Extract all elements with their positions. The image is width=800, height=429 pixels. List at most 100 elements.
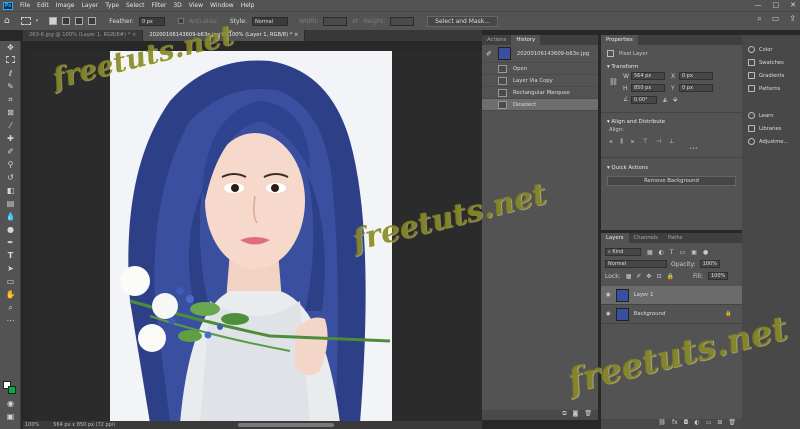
subtract-selection-icon[interactable] [75, 17, 84, 25]
panel-adjustments[interactable]: Adjustme... [742, 135, 800, 148]
path-selection-tool-icon[interactable]: ➤ [5, 264, 16, 273]
quick-actions-section[interactable]: ▾ Quick Actions [601, 163, 742, 173]
align-section[interactable]: ▾ Align and Distribute [601, 117, 742, 127]
history-state-layer-via-copy[interactable]: Layer Via Copy [482, 75, 598, 87]
menu-layer[interactable]: Layer [81, 2, 98, 9]
hand-tool-icon[interactable]: ✋ [5, 290, 16, 299]
workspace-icon[interactable]: ▭ [772, 14, 780, 24]
menu-help[interactable]: Help [241, 2, 255, 9]
layer-name[interactable]: Layer 1 [634, 292, 654, 298]
antialias-checkbox[interactable] [177, 18, 184, 24]
adjustment-layer-icon[interactable]: ◐ [694, 419, 699, 429]
panel-gradients[interactable]: Gradients [742, 69, 800, 82]
quick-mask-icon[interactable]: ◉ [5, 399, 16, 408]
align-left-icon[interactable]: ⫷ [609, 138, 612, 146]
marquee-preset-icon[interactable] [20, 17, 31, 25]
quick-select-tool-icon[interactable]: ✎ [5, 82, 16, 91]
chevron-down-icon[interactable]: ▾ [36, 18, 39, 24]
menu-edit[interactable]: Edit [37, 2, 49, 9]
tab-actions[interactable]: Actions [482, 35, 511, 45]
transform-section[interactable]: ▾ Transform [601, 62, 742, 72]
menu-file[interactable]: File [20, 2, 30, 9]
tab-history[interactable]: History [511, 35, 541, 45]
menu-window[interactable]: Window [210, 2, 234, 9]
menu-3d[interactable]: 3D [173, 2, 181, 9]
more-tools-icon[interactable]: ⋯ [5, 316, 16, 325]
kind-filter-select[interactable]: ⌕ Kind [605, 248, 641, 256]
lock-artboard-icon[interactable]: ⊡ [656, 273, 661, 280]
new-selection-icon[interactable] [49, 17, 58, 25]
filter-shape-icon[interactable]: ▭ [680, 249, 686, 256]
rectangle-tool-icon[interactable]: ▭ [5, 277, 16, 286]
flip-vertical-icon[interactable]: ⬙ [673, 96, 678, 103]
angle-field[interactable]: 0.00° [631, 96, 657, 104]
blend-mode-select[interactable]: Normal [605, 260, 667, 268]
intersect-selection-icon[interactable] [88, 17, 97, 25]
tab-channels[interactable]: Channels [629, 233, 664, 243]
panel-libraries[interactable]: Libraries [742, 122, 800, 135]
panel-color[interactable]: Color [742, 43, 800, 56]
lock-position-icon[interactable]: ✥ [646, 273, 651, 280]
marquee-tool-icon[interactable] [6, 56, 15, 63]
panel-swatches[interactable]: Swatches [742, 56, 800, 69]
share-icon[interactable]: ⇪ [789, 14, 796, 24]
history-brush-tool-icon[interactable]: ↺ [5, 173, 16, 182]
lock-pixels-icon[interactable]: ✐ [636, 273, 641, 280]
remove-background-button[interactable]: Remove Background [607, 176, 736, 186]
crop-tool-icon[interactable]: ⌗ [5, 95, 16, 104]
brush-source-icon[interactable]: ✐ [486, 50, 492, 58]
history-state-deselect[interactable]: Deselect [482, 99, 598, 111]
width-field[interactable]: 564 px [631, 72, 665, 80]
pen-tool-icon[interactable]: ✒ [5, 238, 16, 247]
align-bottom-icon[interactable]: ⊥ [669, 138, 674, 146]
align-right-icon[interactable]: ⫸ [631, 138, 634, 146]
tab-document-1[interactable]: 263-6.jpg @ 100% (Layer 1, RGB/8#) * × [23, 30, 144, 41]
history-snapshot[interactable]: ✐ 20200106143609-b63e.jpg [482, 45, 598, 63]
frame-tool-icon[interactable]: ⊠ [5, 108, 16, 117]
new-group-icon[interactable]: ▭ [706, 419, 712, 429]
x-field[interactable]: 0 px [679, 72, 713, 80]
search-icon[interactable]: ⌕ [757, 14, 761, 24]
layer-name[interactable]: Background [634, 311, 721, 317]
visibility-eye-icon[interactable]: ◉ [606, 292, 611, 298]
style-select[interactable]: Normal [251, 16, 288, 26]
select-and-mask-button[interactable]: Select and Mask... [427, 15, 498, 27]
blur-tool-icon[interactable]: 💧 [5, 212, 16, 221]
zoom-tool-icon[interactable]: ⌕ [5, 303, 16, 312]
menu-select[interactable]: Select [126, 2, 145, 9]
trash-icon[interactable]: 🗑 [584, 410, 592, 420]
minimize-button[interactable]: — [755, 1, 762, 9]
close-button[interactable]: ✕ [790, 1, 796, 9]
add-mask-icon[interactable]: ◘ [684, 419, 689, 429]
screen-mode-icon[interactable]: ▣ [5, 412, 16, 421]
document-image[interactable] [110, 51, 392, 423]
close-icon[interactable]: × [132, 32, 136, 38]
lock-transparent-icon[interactable]: ▦ [626, 273, 632, 280]
flip-horizontal-icon[interactable]: ◭ [663, 96, 668, 103]
background-color-swatch[interactable] [8, 386, 16, 394]
trash-icon[interactable]: 🗑 [728, 419, 736, 429]
filter-smart-icon[interactable]: ▣ [691, 249, 697, 256]
brush-tool-icon[interactable]: ✐ [5, 147, 16, 156]
feather-input[interactable]: 0 px [138, 16, 165, 26]
filter-toggle-icon[interactable]: ● [703, 249, 708, 256]
lasso-tool-icon[interactable]: ℓ [5, 69, 16, 78]
eraser-tool-icon[interactable]: ◧ [5, 186, 16, 195]
y-field[interactable]: 0 px [679, 84, 713, 92]
panel-learn[interactable]: Learn [742, 109, 800, 122]
align-hcenter-icon[interactable]: ⫼ [620, 138, 623, 146]
add-selection-icon[interactable] [62, 17, 71, 25]
filter-adjustment-icon[interactable]: ◐ [659, 249, 664, 256]
filter-pixel-icon[interactable]: ▦ [647, 249, 653, 256]
fill-field[interactable]: 100% [708, 272, 728, 280]
fx-icon[interactable]: fx [672, 419, 678, 429]
home-icon[interactable]: ⌂ [4, 16, 10, 26]
link-icon[interactable]: ⛓ [609, 78, 618, 86]
visibility-eye-icon[interactable]: ◉ [606, 311, 611, 317]
new-layer-icon[interactable]: ⊞ [717, 419, 722, 429]
tab-layers[interactable]: Layers [601, 233, 629, 243]
menu-view[interactable]: View [189, 2, 203, 9]
maximize-button[interactable]: □ [773, 1, 780, 9]
link-layers-icon[interactable]: ⛓ [658, 419, 666, 429]
dodge-tool-icon[interactable]: ● [5, 225, 16, 234]
